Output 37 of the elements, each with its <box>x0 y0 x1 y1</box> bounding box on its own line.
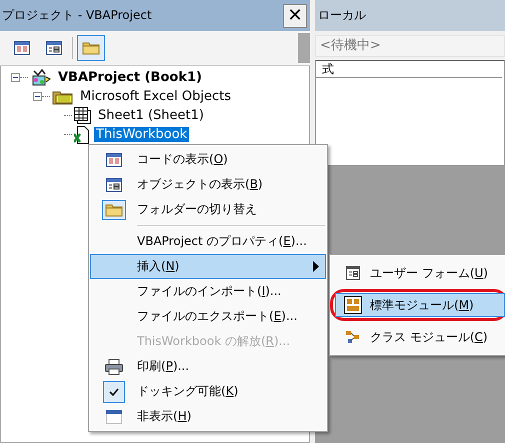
menu-item[interactable]: ファイルのインポート(I)... <box>90 279 326 304</box>
menu-item[interactable]: コードの表示(O) <box>90 147 326 172</box>
menu-item[interactable]: 挿入(N) <box>90 254 326 279</box>
menu-item[interactable]: ユーザー フォーム(U) <box>335 261 505 285</box>
folder-icon <box>52 88 74 104</box>
printer-icon <box>105 358 123 374</box>
module-icon <box>344 296 362 314</box>
pane-title: プロジェクト - VBAProject <box>2 7 152 24</box>
column-header[interactable]: 式 <box>316 61 502 78</box>
menu-item[interactable]: ドッキング可能(K) <box>90 379 326 404</box>
tree-item[interactable]: VBAProject (Book1) <box>56 70 204 85</box>
menu-item[interactable]: フォルダーの切り替え <box>90 197 326 222</box>
collapse-icon[interactable] <box>33 92 42 101</box>
view-object-icon <box>106 178 122 192</box>
context-field[interactable]: <待機中> <box>315 34 505 56</box>
menu-item[interactable]: 標準モジュール(M) <box>335 293 505 317</box>
tree-item[interactable]: ThisWorkbook <box>94 127 190 142</box>
tree-item[interactable]: Microsoft Excel Objects <box>78 89 233 104</box>
folder-icon <box>102 200 126 220</box>
menu-item[interactable]: オブジェクトの表示(B) <box>90 172 326 197</box>
pane-title: ローカル <box>318 7 366 24</box>
menu-item[interactable]: 印刷(P)... <box>90 354 326 379</box>
class-icon <box>345 330 361 344</box>
collapse-icon[interactable] <box>11 73 20 82</box>
submenu-arrow-icon <box>313 261 319 272</box>
menu-item[interactable]: クラス モジュール(C) <box>335 325 505 349</box>
worksheet-icon <box>74 106 92 124</box>
project-icon <box>30 68 52 88</box>
menu-item[interactable]: ファイルのエクスポート(E)... <box>90 304 326 329</box>
view-code-icon <box>106 152 122 166</box>
window-icon <box>106 410 122 424</box>
close-button[interactable]: ✕ <box>283 4 307 28</box>
menu-item[interactable]: VBAProject のプロパティ(E)... <box>90 229 326 254</box>
form-icon <box>346 266 360 280</box>
folder-icon[interactable] <box>77 35 105 61</box>
tree-item[interactable]: Sheet1 (Sheet1) <box>96 108 206 123</box>
menu-item[interactable]: 非表示(H) <box>90 404 326 429</box>
